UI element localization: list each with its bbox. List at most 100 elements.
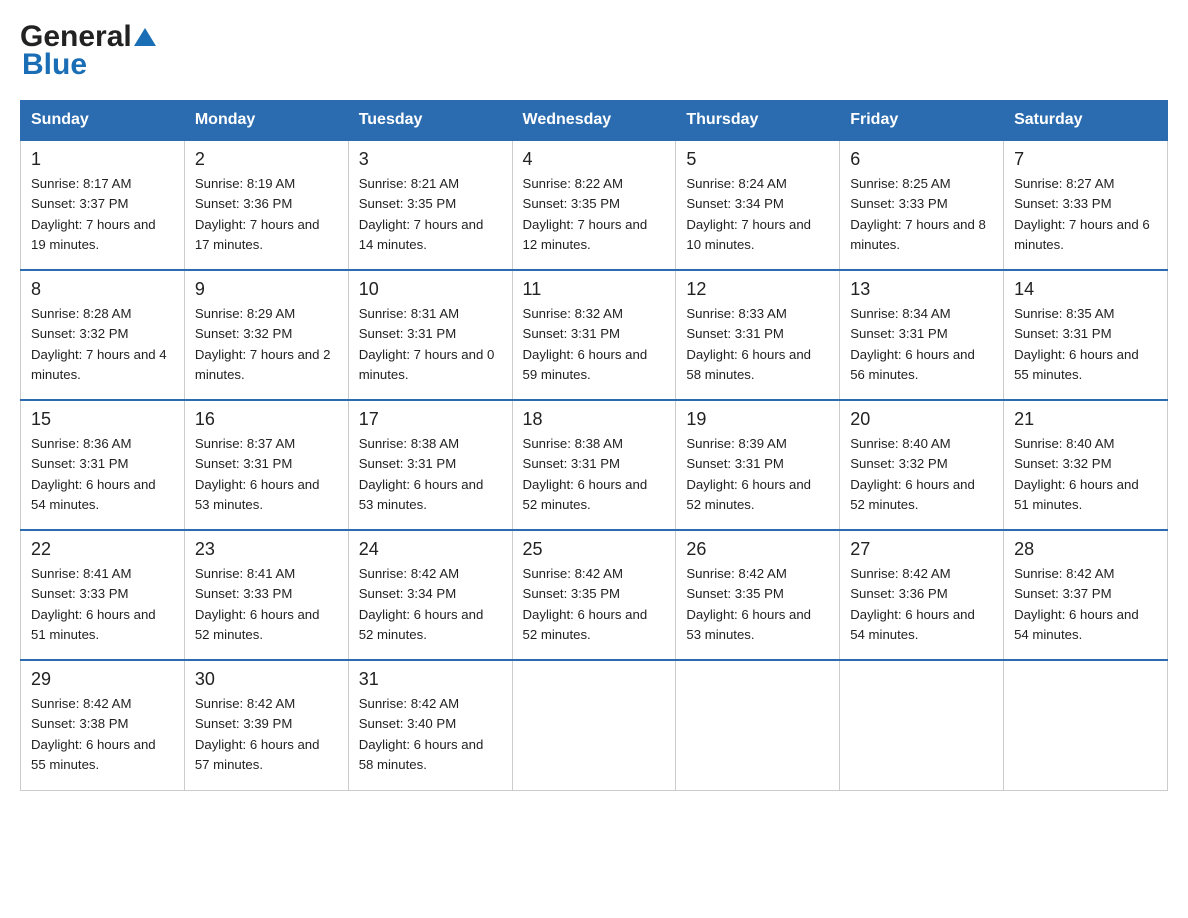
day-cell: 14 Sunrise: 8:35 AMSunset: 3:31 PMDaylig… xyxy=(1004,270,1168,400)
day-number: 8 xyxy=(31,279,174,300)
day-cell: 7 Sunrise: 8:27 AMSunset: 3:33 PMDayligh… xyxy=(1004,140,1168,270)
day-number: 24 xyxy=(359,539,502,560)
week-row-1: 1 Sunrise: 8:17 AMSunset: 3:37 PMDayligh… xyxy=(21,140,1168,270)
logo-blue: Blue xyxy=(22,48,87,82)
day-info: Sunrise: 8:24 AMSunset: 3:34 PMDaylight:… xyxy=(686,176,811,252)
day-number: 27 xyxy=(850,539,993,560)
day-number: 28 xyxy=(1014,539,1157,560)
day-info: Sunrise: 8:36 AMSunset: 3:31 PMDaylight:… xyxy=(31,436,156,512)
day-number: 19 xyxy=(686,409,829,430)
day-cell xyxy=(676,660,840,790)
day-cell: 20 Sunrise: 8:40 AMSunset: 3:32 PMDaylig… xyxy=(840,400,1004,530)
day-number: 10 xyxy=(359,279,502,300)
col-header-thursday: Thursday xyxy=(676,101,840,141)
day-cell: 29 Sunrise: 8:42 AMSunset: 3:38 PMDaylig… xyxy=(21,660,185,790)
day-info: Sunrise: 8:42 AMSunset: 3:38 PMDaylight:… xyxy=(31,696,156,772)
col-header-sunday: Sunday xyxy=(21,101,185,141)
day-info: Sunrise: 8:27 AMSunset: 3:33 PMDaylight:… xyxy=(1014,176,1150,252)
day-cell: 13 Sunrise: 8:34 AMSunset: 3:31 PMDaylig… xyxy=(840,270,1004,400)
day-info: Sunrise: 8:38 AMSunset: 3:31 PMDaylight:… xyxy=(523,436,648,512)
day-info: Sunrise: 8:42 AMSunset: 3:39 PMDaylight:… xyxy=(195,696,320,772)
day-cell: 23 Sunrise: 8:41 AMSunset: 3:33 PMDaylig… xyxy=(184,530,348,660)
day-info: Sunrise: 8:40 AMSunset: 3:32 PMDaylight:… xyxy=(850,436,975,512)
week-row-2: 8 Sunrise: 8:28 AMSunset: 3:32 PMDayligh… xyxy=(21,270,1168,400)
day-cell: 17 Sunrise: 8:38 AMSunset: 3:31 PMDaylig… xyxy=(348,400,512,530)
day-info: Sunrise: 8:33 AMSunset: 3:31 PMDaylight:… xyxy=(686,306,811,382)
day-cell: 30 Sunrise: 8:42 AMSunset: 3:39 PMDaylig… xyxy=(184,660,348,790)
day-info: Sunrise: 8:32 AMSunset: 3:31 PMDaylight:… xyxy=(523,306,648,382)
day-number: 7 xyxy=(1014,149,1157,170)
day-number: 26 xyxy=(686,539,829,560)
day-number: 5 xyxy=(686,149,829,170)
day-cell: 6 Sunrise: 8:25 AMSunset: 3:33 PMDayligh… xyxy=(840,140,1004,270)
day-number: 18 xyxy=(523,409,666,430)
day-number: 12 xyxy=(686,279,829,300)
calendar-header-row: SundayMondayTuesdayWednesdayThursdayFrid… xyxy=(21,101,1168,141)
day-number: 9 xyxy=(195,279,338,300)
day-number: 6 xyxy=(850,149,993,170)
day-number: 29 xyxy=(31,669,174,690)
day-info: Sunrise: 8:28 AMSunset: 3:32 PMDaylight:… xyxy=(31,306,167,382)
day-info: Sunrise: 8:22 AMSunset: 3:35 PMDaylight:… xyxy=(523,176,648,252)
day-number: 16 xyxy=(195,409,338,430)
day-cell: 12 Sunrise: 8:33 AMSunset: 3:31 PMDaylig… xyxy=(676,270,840,400)
day-info: Sunrise: 8:29 AMSunset: 3:32 PMDaylight:… xyxy=(195,306,331,382)
day-cell: 19 Sunrise: 8:39 AMSunset: 3:31 PMDaylig… xyxy=(676,400,840,530)
day-cell xyxy=(512,660,676,790)
day-cell: 18 Sunrise: 8:38 AMSunset: 3:31 PMDaylig… xyxy=(512,400,676,530)
day-cell xyxy=(840,660,1004,790)
day-info: Sunrise: 8:42 AMSunset: 3:34 PMDaylight:… xyxy=(359,566,484,642)
page-header: General Blue xyxy=(20,20,1168,82)
day-number: 2 xyxy=(195,149,338,170)
day-cell: 26 Sunrise: 8:42 AMSunset: 3:35 PMDaylig… xyxy=(676,530,840,660)
day-cell: 5 Sunrise: 8:24 AMSunset: 3:34 PMDayligh… xyxy=(676,140,840,270)
col-header-saturday: Saturday xyxy=(1004,101,1168,141)
day-info: Sunrise: 8:38 AMSunset: 3:31 PMDaylight:… xyxy=(359,436,484,512)
day-number: 11 xyxy=(523,279,666,300)
day-info: Sunrise: 8:40 AMSunset: 3:32 PMDaylight:… xyxy=(1014,436,1139,512)
day-number: 15 xyxy=(31,409,174,430)
col-header-monday: Monday xyxy=(184,101,348,141)
day-cell: 9 Sunrise: 8:29 AMSunset: 3:32 PMDayligh… xyxy=(184,270,348,400)
day-info: Sunrise: 8:31 AMSunset: 3:31 PMDaylight:… xyxy=(359,306,495,382)
day-cell: 1 Sunrise: 8:17 AMSunset: 3:37 PMDayligh… xyxy=(21,140,185,270)
day-cell: 10 Sunrise: 8:31 AMSunset: 3:31 PMDaylig… xyxy=(348,270,512,400)
day-number: 22 xyxy=(31,539,174,560)
day-info: Sunrise: 8:41 AMSunset: 3:33 PMDaylight:… xyxy=(195,566,320,642)
day-number: 14 xyxy=(1014,279,1157,300)
day-info: Sunrise: 8:42 AMSunset: 3:35 PMDaylight:… xyxy=(523,566,648,642)
day-cell: 28 Sunrise: 8:42 AMSunset: 3:37 PMDaylig… xyxy=(1004,530,1168,660)
week-row-5: 29 Sunrise: 8:42 AMSunset: 3:38 PMDaylig… xyxy=(21,660,1168,790)
day-info: Sunrise: 8:42 AMSunset: 3:37 PMDaylight:… xyxy=(1014,566,1139,642)
day-cell: 31 Sunrise: 8:42 AMSunset: 3:40 PMDaylig… xyxy=(348,660,512,790)
day-number: 4 xyxy=(523,149,666,170)
day-info: Sunrise: 8:42 AMSunset: 3:36 PMDaylight:… xyxy=(850,566,975,642)
day-number: 3 xyxy=(359,149,502,170)
col-header-tuesday: Tuesday xyxy=(348,101,512,141)
calendar-table: SundayMondayTuesdayWednesdayThursdayFrid… xyxy=(20,100,1168,791)
day-cell: 27 Sunrise: 8:42 AMSunset: 3:36 PMDaylig… xyxy=(840,530,1004,660)
day-info: Sunrise: 8:41 AMSunset: 3:33 PMDaylight:… xyxy=(31,566,156,642)
day-cell: 22 Sunrise: 8:41 AMSunset: 3:33 PMDaylig… xyxy=(21,530,185,660)
logo: General Blue xyxy=(20,20,156,82)
day-cell: 3 Sunrise: 8:21 AMSunset: 3:35 PMDayligh… xyxy=(348,140,512,270)
day-info: Sunrise: 8:25 AMSunset: 3:33 PMDaylight:… xyxy=(850,176,986,252)
day-info: Sunrise: 8:42 AMSunset: 3:35 PMDaylight:… xyxy=(686,566,811,642)
week-row-3: 15 Sunrise: 8:36 AMSunset: 3:31 PMDaylig… xyxy=(21,400,1168,530)
day-cell: 8 Sunrise: 8:28 AMSunset: 3:32 PMDayligh… xyxy=(21,270,185,400)
day-cell: 16 Sunrise: 8:37 AMSunset: 3:31 PMDaylig… xyxy=(184,400,348,530)
day-info: Sunrise: 8:37 AMSunset: 3:31 PMDaylight:… xyxy=(195,436,320,512)
day-number: 13 xyxy=(850,279,993,300)
day-info: Sunrise: 8:19 AMSunset: 3:36 PMDaylight:… xyxy=(195,176,320,252)
logo-triangle-icon xyxy=(134,26,156,48)
week-row-4: 22 Sunrise: 8:41 AMSunset: 3:33 PMDaylig… xyxy=(21,530,1168,660)
col-header-wednesday: Wednesday xyxy=(512,101,676,141)
day-info: Sunrise: 8:35 AMSunset: 3:31 PMDaylight:… xyxy=(1014,306,1139,382)
day-cell: 24 Sunrise: 8:42 AMSunset: 3:34 PMDaylig… xyxy=(348,530,512,660)
day-number: 20 xyxy=(850,409,993,430)
day-cell: 11 Sunrise: 8:32 AMSunset: 3:31 PMDaylig… xyxy=(512,270,676,400)
day-cell: 21 Sunrise: 8:40 AMSunset: 3:32 PMDaylig… xyxy=(1004,400,1168,530)
col-header-friday: Friday xyxy=(840,101,1004,141)
day-cell: 15 Sunrise: 8:36 AMSunset: 3:31 PMDaylig… xyxy=(21,400,185,530)
day-info: Sunrise: 8:17 AMSunset: 3:37 PMDaylight:… xyxy=(31,176,156,252)
